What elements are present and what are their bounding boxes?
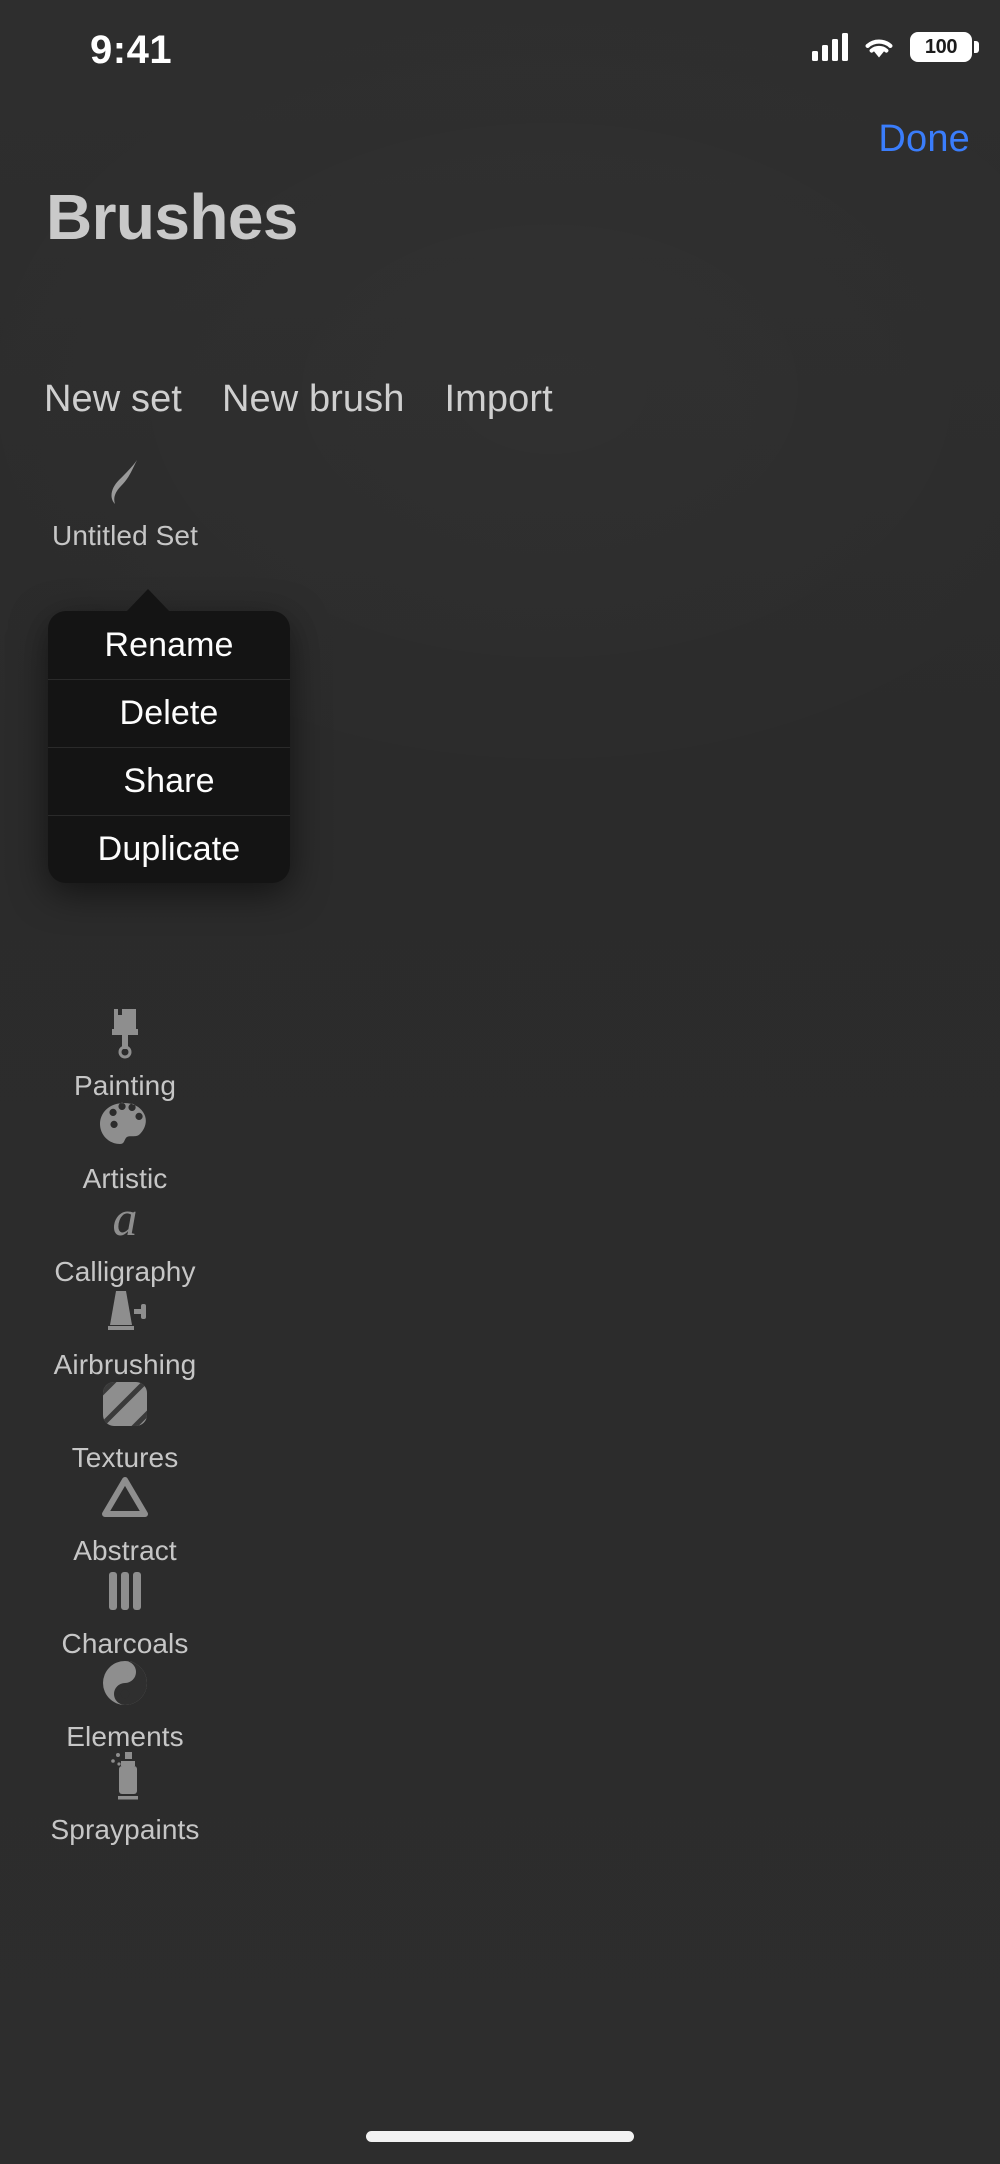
home-indicator[interactable] [366, 2131, 634, 2142]
done-button[interactable]: Done [878, 118, 970, 161]
menu-item-duplicate[interactable]: Duplicate [48, 815, 290, 883]
status-bar: 9:41 100 [0, 0, 1000, 110]
procreate-brushes-panel: 9:41 100 Done Brushes New set New brush … [0, 0, 1000, 2164]
script-a-icon: a [112, 1190, 138, 1246]
three-bars-icon [93, 1558, 157, 1622]
spray-can-icon [93, 1744, 157, 1808]
palette-icon [93, 1093, 157, 1157]
wifi-icon [862, 34, 896, 60]
brush-set-abstract[interactable]: Abstract [0, 1465, 250, 1567]
yin-yang-icon [93, 1651, 157, 1715]
brush-toolbar: New set New brush Import [44, 378, 553, 421]
status-bar-time: 9:41 [90, 28, 173, 72]
brush-set-calligraphy[interactable]: a Calligraphy [0, 1186, 250, 1288]
context-menu-arrow [126, 589, 170, 612]
hatched-square-icon [93, 1372, 157, 1436]
battery-icon: 100 [910, 32, 979, 62]
brush-set-spraypaints[interactable]: Spraypaints [0, 1744, 250, 1846]
brush-set-label: Untitled Set [52, 520, 198, 551]
import-button[interactable]: Import [445, 378, 553, 421]
brush-stroke-icon [93, 450, 157, 514]
brush-set-artistic[interactable]: Artistic [0, 1093, 250, 1195]
paintbrush-icon [93, 1000, 157, 1064]
context-menu: Rename Delete Share Duplicate [48, 589, 290, 883]
brush-set-label: Spraypaints [50, 1814, 200, 1845]
new-set-button[interactable]: New set [44, 378, 182, 421]
menu-item-rename[interactable]: Rename [48, 611, 290, 679]
cellular-bars-icon [812, 33, 848, 61]
airbrush-icon [93, 1279, 157, 1343]
page-title: Brushes [46, 181, 299, 253]
new-brush-button[interactable]: New brush [222, 378, 405, 421]
brush-set-airbrushing[interactable]: Airbrushing [0, 1279, 250, 1381]
menu-item-share[interactable]: Share [48, 747, 290, 815]
menu-item-delete[interactable]: Delete [48, 679, 290, 747]
brush-set-textures[interactable]: Textures [0, 1372, 250, 1474]
triangle-outline-icon [93, 1465, 157, 1529]
brush-set-charcoals[interactable]: Charcoals [0, 1558, 250, 1660]
brush-set-painting[interactable]: Painting [0, 1000, 250, 1102]
status-bar-indicators: 100 [812, 32, 979, 62]
brush-set-untitled-set[interactable]: Untitled Set [0, 450, 250, 552]
battery-level-label: 100 [924, 35, 958, 58]
brush-set-elements[interactable]: Elements [0, 1651, 250, 1753]
